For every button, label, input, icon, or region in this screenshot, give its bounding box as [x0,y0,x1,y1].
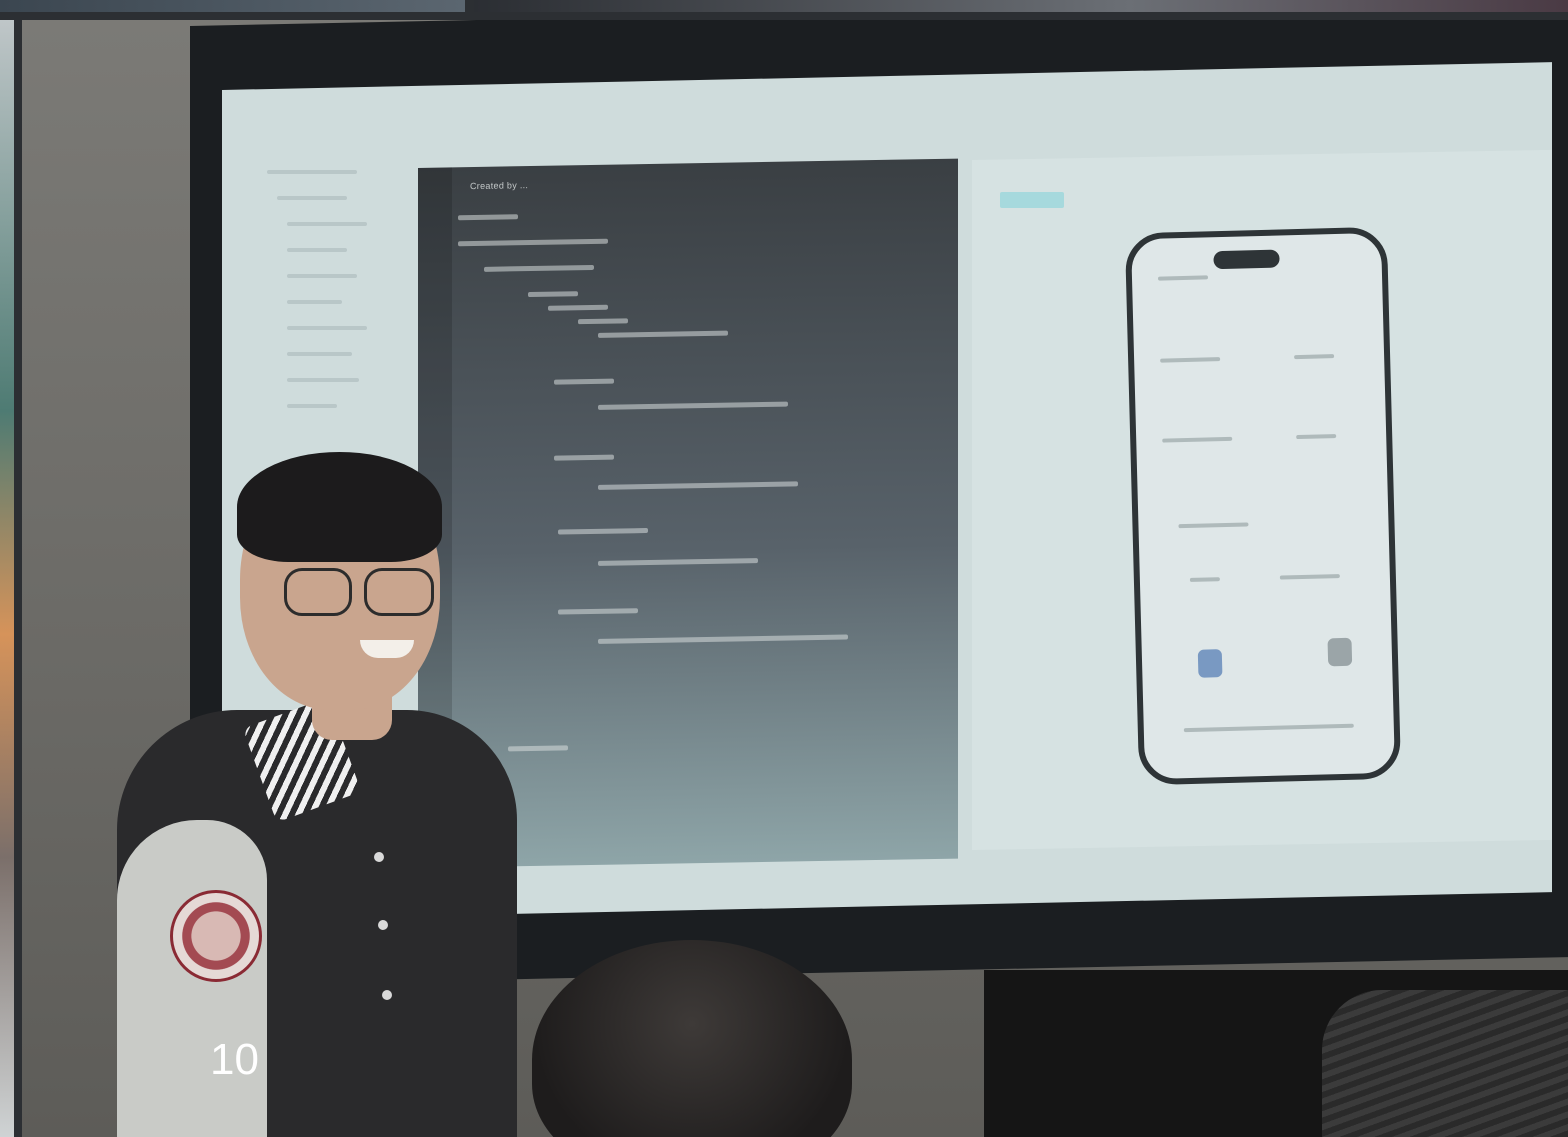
sleeve-badge-emblem [170,890,262,982]
code-line [548,304,608,311]
presenter-hair [237,452,442,562]
phone-text-line [1294,354,1335,360]
phone-text-line [1162,436,1233,443]
preview-label [1000,192,1064,208]
code-line [598,481,798,490]
code-line [554,454,614,461]
code-line [458,238,608,247]
sidebar-line [277,196,347,200]
phone-app-icon [1327,637,1353,667]
code-line [578,318,628,325]
code-line [458,214,518,221]
glasses-lens-right [364,568,434,616]
phone-tab-bar [1183,723,1354,733]
phone-text-line [1279,574,1340,580]
presentation-photo: Created by ... 10 [22,20,1568,1137]
audience-member-shoulder [1322,990,1568,1137]
jacket-button [378,920,388,930]
code-line [598,330,728,338]
code-line [528,291,578,298]
code-line [598,401,788,410]
code-line [558,608,638,615]
phone-mockup [1124,226,1402,786]
sidebar-line [287,248,347,252]
collage-strip-top-right [474,0,1568,12]
phone-text-line [1160,357,1221,363]
phone-notch [1213,249,1280,270]
code-line [598,634,848,644]
sidebar-line [287,300,342,304]
sidebar-line [287,404,337,408]
collage-strip-top-left [0,0,465,12]
sidebar-line [287,222,367,226]
sidebar-line [287,274,357,278]
sidebar-line [287,378,359,382]
code-line [558,527,648,535]
code-comment: Created by ... [470,180,529,192]
phone-app-icon [1197,649,1223,678]
sidebar-line [267,170,357,174]
phone-text-line [1178,522,1249,529]
code-line [598,558,758,566]
phone-text-line [1296,434,1337,440]
phone-text-line [1189,577,1220,582]
page-number: 10 [210,1035,259,1084]
code-line [508,745,568,752]
jacket-button [382,990,392,1000]
glasses-lens-left [284,568,352,616]
code-line [554,378,614,385]
sidebar-line [287,326,367,330]
jacket-button [374,852,384,862]
collage-strip-left [0,20,14,1137]
phone-status-line [1157,275,1209,281]
presenter-sleeve [117,820,267,1137]
sidebar-line [287,352,352,356]
code-line [484,264,594,272]
